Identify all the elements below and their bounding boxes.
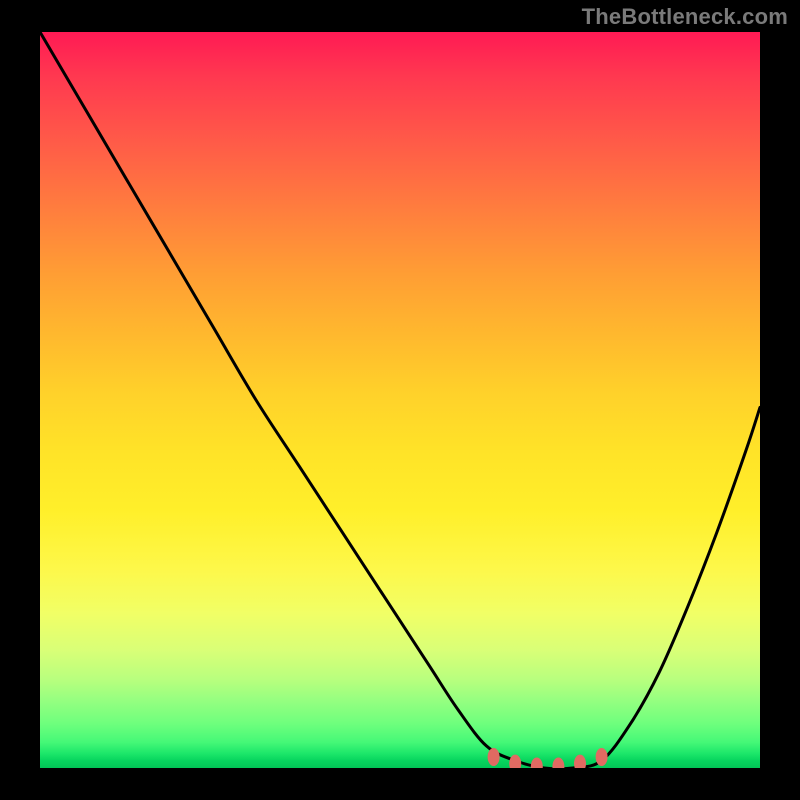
plateau-pip bbox=[552, 758, 564, 768]
plot-area bbox=[40, 32, 760, 768]
plateau-pip bbox=[596, 748, 608, 766]
plateau-pip bbox=[531, 758, 543, 768]
plateau-pip bbox=[509, 755, 521, 768]
plateau-pip bbox=[574, 755, 586, 768]
bottleneck-curve-svg bbox=[40, 32, 760, 768]
plateau-pip bbox=[488, 748, 500, 766]
bottleneck-curve-path bbox=[40, 32, 760, 768]
watermark-text: TheBottleneck.com bbox=[582, 4, 788, 30]
chart-frame: TheBottleneck.com bbox=[0, 0, 800, 800]
